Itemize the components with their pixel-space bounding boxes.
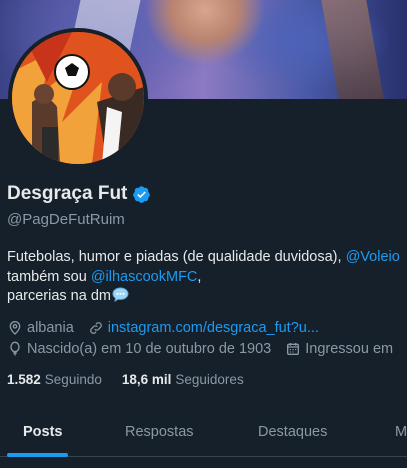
following-label: Seguindo [44, 372, 102, 387]
bio-line-2: também sou @ilhascookMFC, [7, 268, 407, 288]
bio-text: também sou [7, 268, 91, 285]
follow-stats: 1.582 Seguindo 18,6 mil Seguidores [7, 372, 244, 387]
meta-row-1: albania instagram.com/desgraca_fut?u... [7, 320, 319, 336]
avatar-illustration [12, 32, 144, 164]
profile-birth-date: Nascido(a) em 10 de outubro de 1903 [27, 341, 272, 357]
profile-handle: @PagDeFutRuim [7, 211, 125, 228]
balloon-icon [10, 341, 20, 356]
profile-tabs: Posts Respostas Destaques M [0, 412, 407, 457]
tab-posts[interactable]: Posts [23, 424, 63, 440]
location-pin-icon [9, 321, 21, 335]
banner-arm-shape [321, 0, 384, 99]
following-count: 1.582 [7, 372, 41, 387]
bio-text: , [197, 268, 202, 285]
speech-bubble-emoji-icon [112, 287, 129, 302]
profile-joined-date: Ingressou em [305, 341, 394, 357]
meta-row-2: Nascido(a) em 10 de outubro de 1903 Ingr… [7, 341, 393, 357]
bio-mention-ilhascook[interactable]: @ilhascookMFC [91, 269, 198, 285]
profile-website-link[interactable]: instagram.com/desgraca_fut?u... [108, 320, 319, 336]
followers-label: Seguidores [175, 372, 244, 387]
profile-bio: Futebolas, humor e piadas (de qualidade … [7, 248, 407, 307]
tab-destaques[interactable]: Destaques [258, 424, 327, 440]
active-tab-indicator [7, 453, 68, 457]
tab-respostas[interactable]: Respostas [125, 424, 194, 440]
bio-text: parcerias na dm [7, 288, 111, 304]
bio-text: Futebolas, humor e piadas (de qualidade … [7, 249, 346, 265]
calendar-icon [287, 343, 300, 355]
tab-more[interactable]: M [395, 424, 407, 440]
following-stat[interactable]: 1.582 Seguindo [7, 372, 102, 387]
bio-line-3: parcerias na dm [7, 287, 407, 307]
bio-mention-voleio[interactable]: @Voleio [346, 249, 400, 265]
display-name: Desgraça Fut [7, 183, 128, 204]
followers-count: 18,6 mil [121, 372, 172, 387]
profile-location: albania [27, 320, 74, 336]
verified-badge-icon[interactable] [132, 185, 151, 204]
profile-avatar[interactable] [8, 28, 148, 168]
followers-stat[interactable]: 18,6 mil Seguidores [122, 372, 244, 387]
name-row: Desgraça Fut [7, 183, 151, 205]
bio-line-1: Futebolas, humor e piadas (de qualidade … [7, 248, 407, 268]
link-icon [89, 322, 102, 334]
